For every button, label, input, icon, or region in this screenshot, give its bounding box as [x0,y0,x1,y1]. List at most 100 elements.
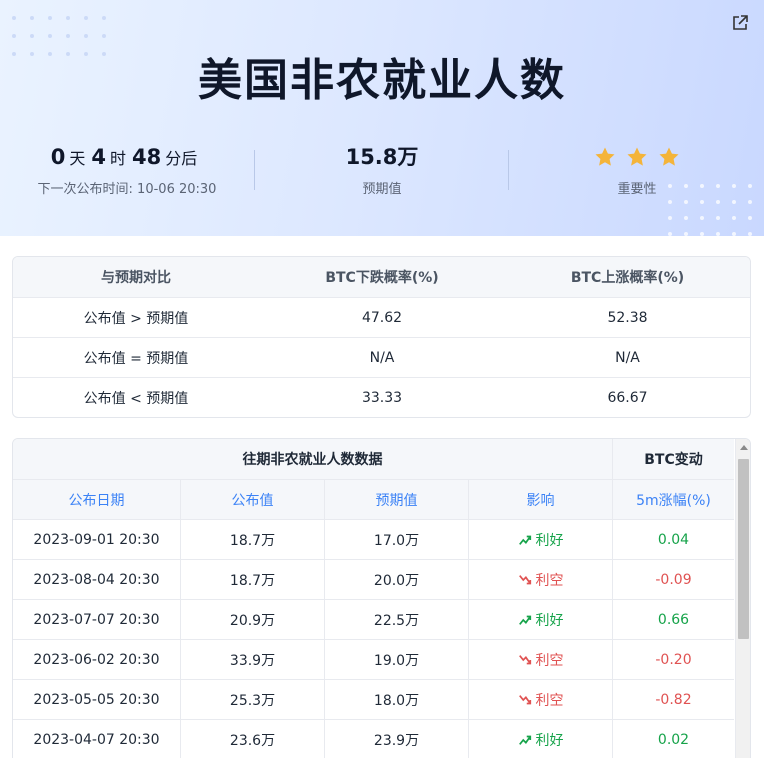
trend-down-icon [518,654,531,664]
up-prob: N/A [615,349,640,366]
impact-badge: 利空 [518,690,564,710]
countdown-hours: 4 [91,145,106,169]
impact-badge: 利好 [518,610,564,630]
col-change: 5m涨幅(%) [636,492,711,509]
star-icon [627,147,647,166]
history-table[interactable]: 往期非农就业人数数据 BTC变动 公布日期 公布值 预期值 影响 5m涨幅(%)… [12,438,751,758]
down-prob: 47.62 [361,309,403,326]
star-icon [595,147,615,166]
compare-label: 公布值 < 预期值 [83,390,189,407]
divider [508,150,509,190]
trend-down-icon [518,574,531,584]
share-icon[interactable] [731,14,749,32]
release-date: 2023-08-04 20:30 [13,560,181,599]
forecast-value: 19.0万 [325,640,469,679]
actual-value: 18.7万 [181,560,325,599]
header-compare: 与预期对比 [101,270,171,286]
history-group-header: 往期非农就业人数数据 BTC变动 [13,439,734,479]
btc-5m-change: -0.20 [655,651,692,668]
impact-label: 利空 [535,692,564,709]
trend-down-icon [518,694,531,704]
compare-label: 公布值 = 预期值 [83,350,189,367]
days-unit: 天 [69,149,86,168]
btc-change-title: BTC变动 [644,452,703,468]
divider [254,150,255,190]
scrollbar[interactable] [735,439,750,758]
history-column-header: 公布日期 公布值 预期值 影响 5m涨幅(%) [13,479,734,519]
star-icon [659,147,679,166]
table-row: 2023-07-07 20:30 20.9万 22.5万 利好 0.66 [13,599,734,639]
impact-cell: 利好 [469,600,613,639]
compare-label: 公布值 > 预期值 [83,310,189,327]
release-date: 2023-06-02 20:30 [13,640,181,679]
impact-label: 利好 [535,532,564,549]
history-table-body: 往期非农就业人数数据 BTC变动 公布日期 公布值 预期值 影响 5m涨幅(%)… [13,439,734,758]
forecast-value: 23.9万 [325,720,469,758]
btc-5m-change: 0.66 [657,611,690,628]
impact-cell: 利好 [469,720,613,758]
impact-cell: 利空 [469,560,613,599]
forecast-label: 预期值 [362,182,402,197]
btc-5m-change: -0.09 [655,571,692,588]
actual-value: 33.9万 [181,640,325,679]
history-group-title: 往期非农就业人数数据 [13,439,613,479]
event-header: 美国非农就业人数 0 天 4 时 48 分后 下一次公布时间: 10-06 20:30 1… [0,0,764,236]
table-row: 2023-09-01 20:30 18.7万 17.0万 利好 0.04 [13,519,734,559]
countdown-days: 0 [50,145,66,169]
hours-unit: 时 [110,149,127,168]
actual-value: 23.6万 [181,720,325,758]
trend-up-icon [518,615,531,625]
actual-value: 20.9万 [181,600,325,639]
forecast-value: 17.0万 [325,520,469,559]
impact-label: 利空 [535,572,564,589]
history-rows: 2023-09-01 20:30 18.7万 17.0万 利好 0.04 2023-08-… [13,519,734,758]
btc-5m-change: 0.04 [657,531,690,548]
col-forecast: 预期值 [325,480,469,519]
btc-5m-change: 0.02 [657,731,690,748]
impact-cell: 利空 [469,680,613,719]
forecast-value: 18.0万 [325,680,469,719]
table-row: 2023-05-05 20:30 25.3万 18.0万 利空 -0.82 [13,679,734,719]
col-impact: 影响 [469,480,613,519]
header-down-prob: BTC下跌概率(%) [325,270,439,286]
impact-cell: 利空 [469,640,613,679]
next-release-time: 下一次公布时间: 10-06 20:30 [37,182,217,197]
up-prob: 52.38 [607,309,648,326]
table-row: 2023-06-02 20:30 33.9万 19.0万 利空 -0.20 [13,639,734,679]
impact-label: 利好 [535,612,564,629]
up-prob: 66.67 [607,389,648,406]
col-actual: 公布值 [181,480,325,519]
probability-row: 公布值 < 预期值 33.33 66.67 [13,377,750,417]
importance-stars [510,142,764,172]
page-title: 美国非农就业人数 [198,55,566,106]
forecast-value: 22.5万 [325,600,469,639]
minutes-unit: 分后 [165,149,198,168]
trend-up-icon [518,535,531,545]
down-prob: N/A [369,349,395,366]
impact-badge: 利空 [518,570,564,590]
down-prob: 33.33 [361,389,403,406]
impact-badge: 利好 [518,530,564,550]
impact-badge: 利空 [518,650,564,670]
btc-5m-change: -0.82 [655,691,692,708]
scrollbar-thumb[interactable] [738,459,749,639]
forecast-value: 20.0万 [325,560,469,599]
impact-badge: 利好 [518,730,564,750]
actual-value: 18.7万 [181,520,325,559]
probability-row: 公布值 > 预期值 47.62 52.38 [13,297,750,337]
actual-value: 25.3万 [181,680,325,719]
impact-label: 利好 [535,732,564,749]
importance-label: 重要性 [617,182,657,197]
probability-header-row: 与预期对比 BTC下跌概率(%) BTC上涨概率(%) [13,257,750,297]
forecast: 15.8万 预期值 [256,142,508,197]
release-date: 2023-05-05 20:30 [13,680,181,719]
forecast-value: 15.8万 [345,145,419,169]
scroll-up-icon[interactable] [740,445,748,450]
countdown: 0 天 4 时 48 分后 下一次公布时间: 10-06 20:30 [0,142,254,197]
release-date: 2023-04-07 20:30 [13,720,181,758]
importance: 重要性 [510,142,764,197]
table-row: 2023-08-04 20:30 18.7万 20.0万 利空 -0.09 [13,559,734,599]
countdown-minutes: 48 [132,145,162,169]
probability-row: 公布值 = 预期值 N/A N/A [13,337,750,377]
header-up-prob: BTC上涨概率(%) [570,270,685,286]
